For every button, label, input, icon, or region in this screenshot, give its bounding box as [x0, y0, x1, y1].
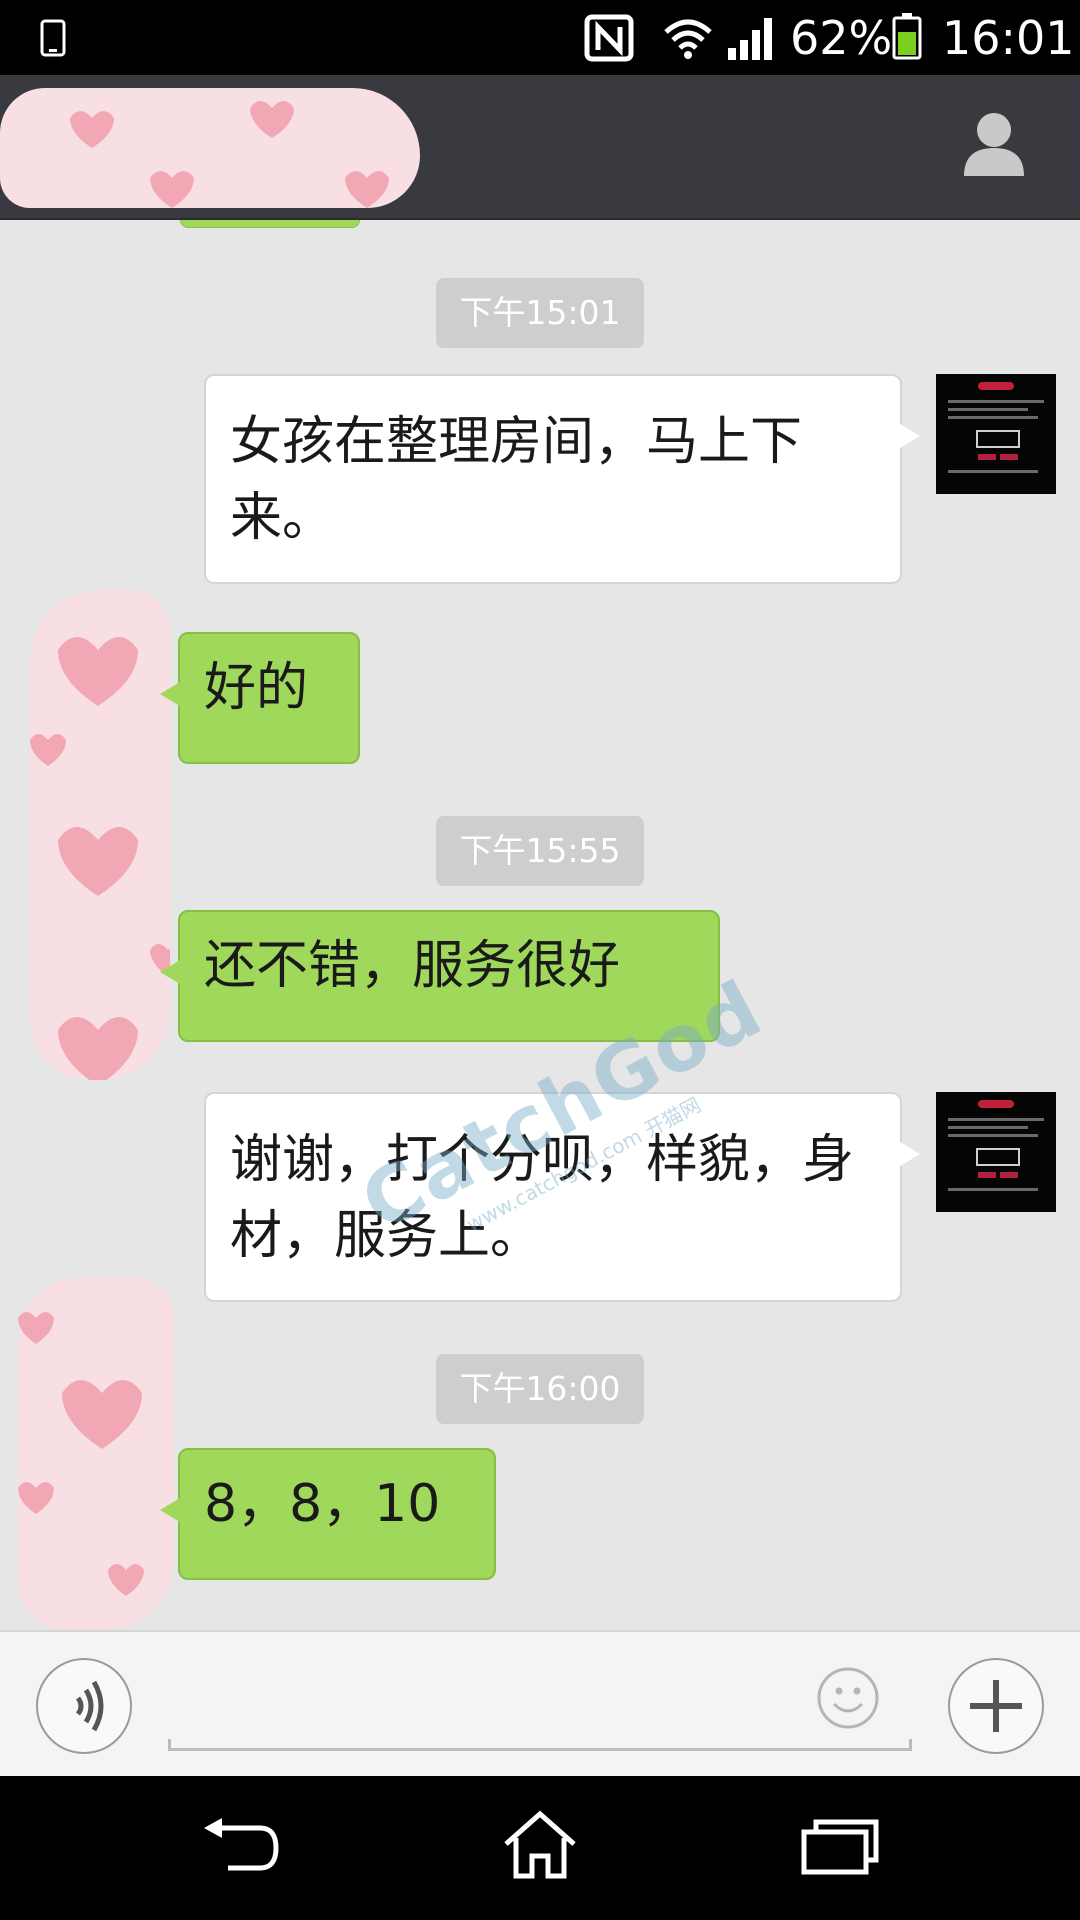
smiley-icon[interactable] — [816, 1666, 880, 1730]
timestamp-label: 下午15:55 — [436, 816, 644, 886]
wifi-icon — [664, 19, 712, 59]
recents-icon[interactable] — [800, 1816, 880, 1876]
sent-message-bubble[interactable]: 女孩在整理房间，马上下来。 — [204, 374, 920, 584]
back-icon[interactable] — [200, 1816, 280, 1876]
signal-icon — [728, 18, 772, 60]
my-avatar[interactable] — [936, 1092, 1056, 1212]
home-icon[interactable] — [500, 1810, 580, 1880]
received-message-bubble[interactable]: 好的 — [160, 632, 360, 764]
plus-icon — [970, 1680, 1022, 1732]
received-message-bubble[interactable]: 8，8，10 — [160, 1448, 496, 1580]
clock: 16:01 — [942, 11, 1075, 65]
previous-message-bubble — [180, 220, 360, 228]
nfc-icon — [584, 14, 634, 62]
status-bar: 62% 16:01 — [0, 0, 1080, 75]
timestamp-label: 下午15:01 — [436, 278, 644, 348]
navigation-bar — [0, 1776, 1080, 1920]
person-icon[interactable] — [962, 110, 1026, 176]
voice-button[interactable] — [36, 1658, 132, 1754]
battery-icon — [892, 13, 922, 60]
redacted-avatar — [30, 590, 170, 1080]
phone-outline-icon — [40, 19, 66, 57]
my-avatar[interactable] — [936, 374, 1056, 494]
message-input[interactable] — [168, 1668, 912, 1751]
voice-icon — [75, 1680, 104, 1732]
input-bar — [0, 1630, 1080, 1778]
redacted-contact-name — [0, 88, 420, 208]
redacted-avatar — [18, 1278, 174, 1630]
battery-percent: 62% — [790, 11, 893, 65]
more-button[interactable] — [948, 1658, 1044, 1754]
chat-area[interactable]: 下午15:01 女孩在整理房间，马上下来。 好的 下午15:55 还不错，服务很… — [0, 220, 1080, 1630]
timestamp-label: 下午16:00 — [436, 1354, 644, 1424]
